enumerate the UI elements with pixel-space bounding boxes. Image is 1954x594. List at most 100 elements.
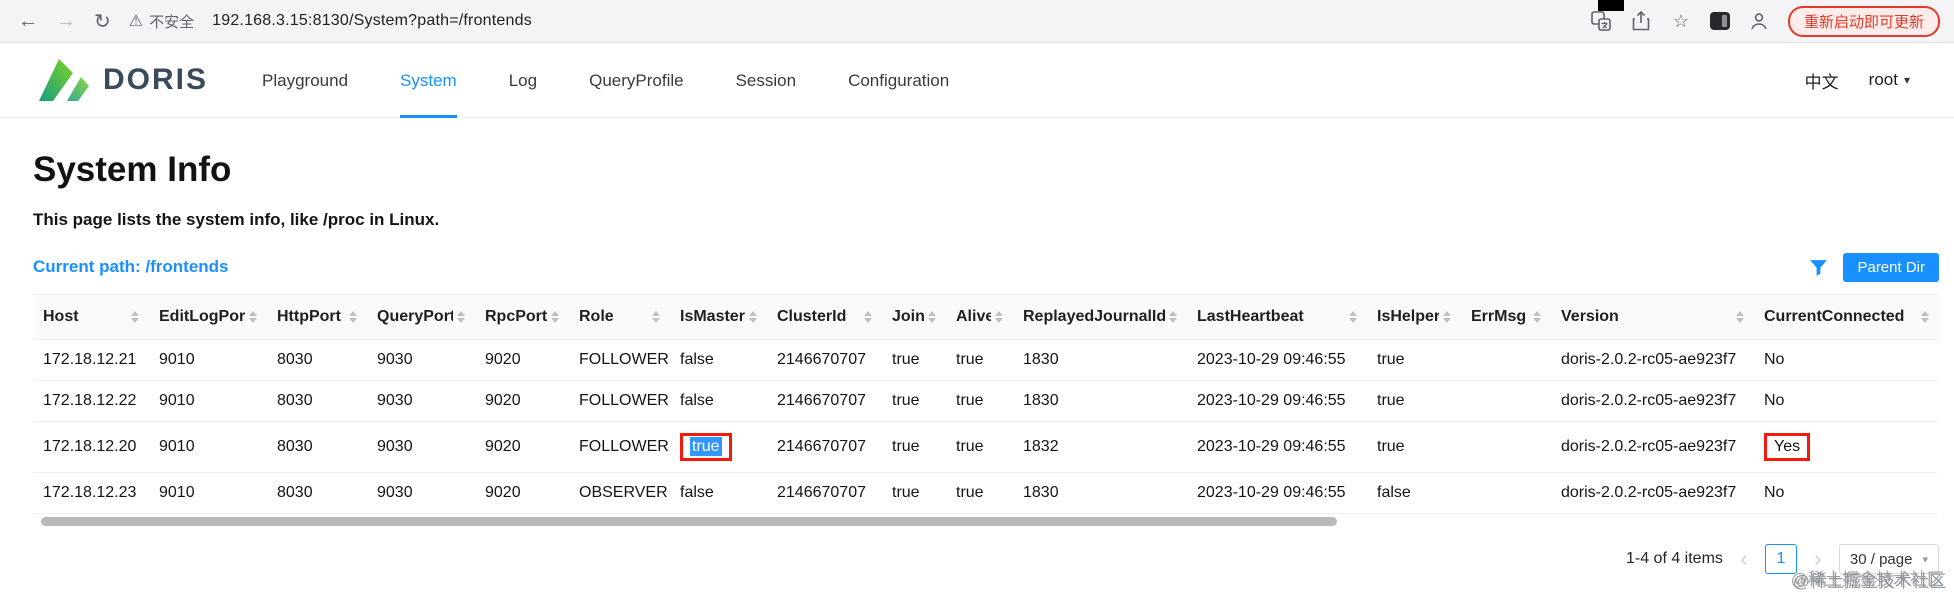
table-row: 172.18.12.21 9010 8030 9030 9020 FOLLOWER fals…: [33, 339, 1939, 381]
chevron-down-icon: ▾: [1903, 73, 1910, 87]
current-path-link[interactable]: Current path: /frontends: [33, 257, 229, 277]
column-header-ismaster[interactable]: IsMaster: [670, 294, 767, 340]
column-header-httpport[interactable]: HttpPort: [267, 294, 367, 340]
language-switch[interactable]: 中文: [1805, 68, 1839, 93]
share-icon[interactable]: [1630, 10, 1652, 32]
user-menu[interactable]: root ▾: [1869, 70, 1910, 90]
browser-refresh-icon[interactable]: ↻: [94, 9, 111, 34]
table-cell: false: [1367, 472, 1461, 514]
sort-carets-icon[interactable]: [349, 311, 357, 323]
table-cell: true: [882, 472, 946, 514]
column-header-replayedjournalid[interactable]: ReplayedJournalId: [1013, 294, 1187, 340]
chevron-down-icon: ▾: [1922, 553, 1928, 566]
table-cell: 2146670707: [767, 421, 882, 473]
sort-carets-icon[interactable]: [1921, 311, 1929, 323]
table-cell: true: [1367, 380, 1461, 422]
column-header-version[interactable]: Version: [1551, 294, 1754, 340]
scrollbar-thumb[interactable]: [41, 517, 1337, 526]
page-title: System Info: [33, 150, 232, 189]
table-cell: [1461, 380, 1551, 422]
sort-carets-icon[interactable]: [249, 311, 257, 323]
table-cell: 8030: [267, 339, 367, 381]
column-header-clusterid[interactable]: ClusterId: [767, 294, 882, 340]
table-cell: [1461, 472, 1551, 514]
nav-item-configuration[interactable]: Configuration: [848, 43, 949, 118]
pagination-prev-icon[interactable]: ‹: [1735, 545, 1753, 573]
red-highlight-box: true: [680, 433, 732, 461]
column-label: Role: [579, 308, 614, 325]
table-row: 172.18.12.22 9010 8030 9030 9020 FOLLOWER fals…: [33, 380, 1939, 422]
bookmark-star-icon[interactable]: ☆: [1670, 10, 1692, 32]
table-cell: true: [882, 339, 946, 381]
table-cell: No: [1754, 380, 1939, 422]
side-panel-icon[interactable]: [1709, 12, 1730, 30]
sort-carets-icon[interactable]: [1349, 311, 1357, 323]
security-label: 不安全: [149, 13, 195, 31]
red-highlight-box: Yes: [1764, 433, 1811, 461]
sort-carets-icon[interactable]: [551, 311, 559, 323]
sort-carets-icon[interactable]: [995, 311, 1003, 323]
column-header-ishelper[interactable]: IsHelper: [1367, 294, 1461, 340]
column-header-alive[interactable]: Alive: [946, 294, 1013, 340]
table-cell: 2146670707: [767, 380, 882, 422]
table-cell: 9020: [475, 380, 569, 422]
restart-update-button[interactable]: 重新启动即可更新: [1787, 5, 1940, 37]
pagination: 1-4 of 4 items ‹ 1 › 30 / page ▾: [33, 544, 1939, 574]
column-header-rpcport[interactable]: RpcPort: [475, 294, 569, 340]
column-header-errmsg[interactable]: ErrMsg: [1461, 294, 1551, 340]
column-label: ReplayedJournalId: [1023, 308, 1165, 325]
table-cell: 9030: [367, 380, 475, 422]
doris-logo-icon: [37, 57, 91, 103]
sort-carets-icon[interactable]: [928, 311, 936, 323]
sort-carets-icon[interactable]: [864, 311, 872, 323]
translate-icon[interactable]: [1590, 10, 1612, 32]
profile-icon[interactable]: [1748, 10, 1770, 32]
page-size-value: 30 / page: [1849, 550, 1913, 568]
sort-carets-icon[interactable]: [1443, 311, 1451, 323]
screen-artifact: [1598, 0, 1624, 11]
pagination-summary: 1-4 of 4 items: [1625, 550, 1723, 567]
table-cell: true: [1367, 339, 1461, 381]
table-cell: 2023-10-29 09:46:55: [1187, 339, 1367, 381]
browser-forward-icon[interactable]: →: [56, 10, 76, 33]
address-bar[interactable]: 192.168.3.15:8130/System?path=/frontends: [212, 12, 532, 30]
browser-back-icon[interactable]: ←: [18, 10, 38, 33]
doris-brand[interactable]: DORIS: [37, 57, 208, 103]
table-cell: 1830: [1013, 472, 1187, 514]
parent-dir-button[interactable]: Parent Dir: [1843, 252, 1939, 282]
table-cell: 172.18.12.23: [33, 472, 149, 514]
table-cell: true: [946, 421, 1013, 473]
table-cell: FOLLOWER: [569, 421, 670, 473]
security-indicator[interactable]: ⚠ 不安全: [129, 11, 194, 32]
nav-item-system[interactable]: System: [400, 43, 457, 118]
sort-carets-icon[interactable]: [652, 311, 660, 323]
sort-carets-icon[interactable]: [749, 311, 757, 323]
column-header-currentconnected[interactable]: CurrentConnected: [1754, 294, 1939, 340]
sort-carets-icon[interactable]: [131, 311, 139, 323]
column-header-role[interactable]: Role: [569, 294, 670, 340]
column-label: Host: [43, 308, 79, 325]
column-header-host[interactable]: Host: [33, 294, 149, 340]
column-header-queryport[interactable]: QueryPort: [367, 294, 475, 340]
nav-item-log[interactable]: Log: [509, 43, 537, 118]
watermark: @稀土掘金技术社区: [1792, 572, 1946, 591]
column-label: ClusterId: [777, 308, 847, 325]
table-cell: true: [946, 472, 1013, 514]
table-cell: true: [670, 421, 767, 473]
app-navbar: DORIS Playground System Log QueryProfile Ses…: [0, 43, 1954, 118]
table-cell: 2023-10-29 09:46:55: [1187, 421, 1367, 473]
sort-carets-icon[interactable]: [1736, 311, 1744, 323]
column-header-lastheartbeat[interactable]: LastHeartbeat: [1187, 294, 1367, 340]
sort-carets-icon[interactable]: [1169, 311, 1177, 323]
filter-funnel-icon[interactable]: [1808, 257, 1829, 278]
nav-item-playground[interactable]: Playground: [262, 43, 348, 118]
nav-item-session[interactable]: Session: [736, 43, 796, 118]
sort-carets-icon[interactable]: [457, 311, 465, 323]
column-header-editlogport[interactable]: EditLogPort: [149, 294, 267, 340]
table-cell: 9030: [367, 472, 475, 514]
sort-carets-icon[interactable]: [1533, 311, 1541, 323]
column-header-join[interactable]: Join: [882, 294, 946, 340]
column-label: IsMaster: [680, 308, 745, 325]
column-label: QueryPort: [377, 308, 453, 325]
nav-item-queryprofile[interactable]: QueryProfile: [589, 43, 683, 118]
